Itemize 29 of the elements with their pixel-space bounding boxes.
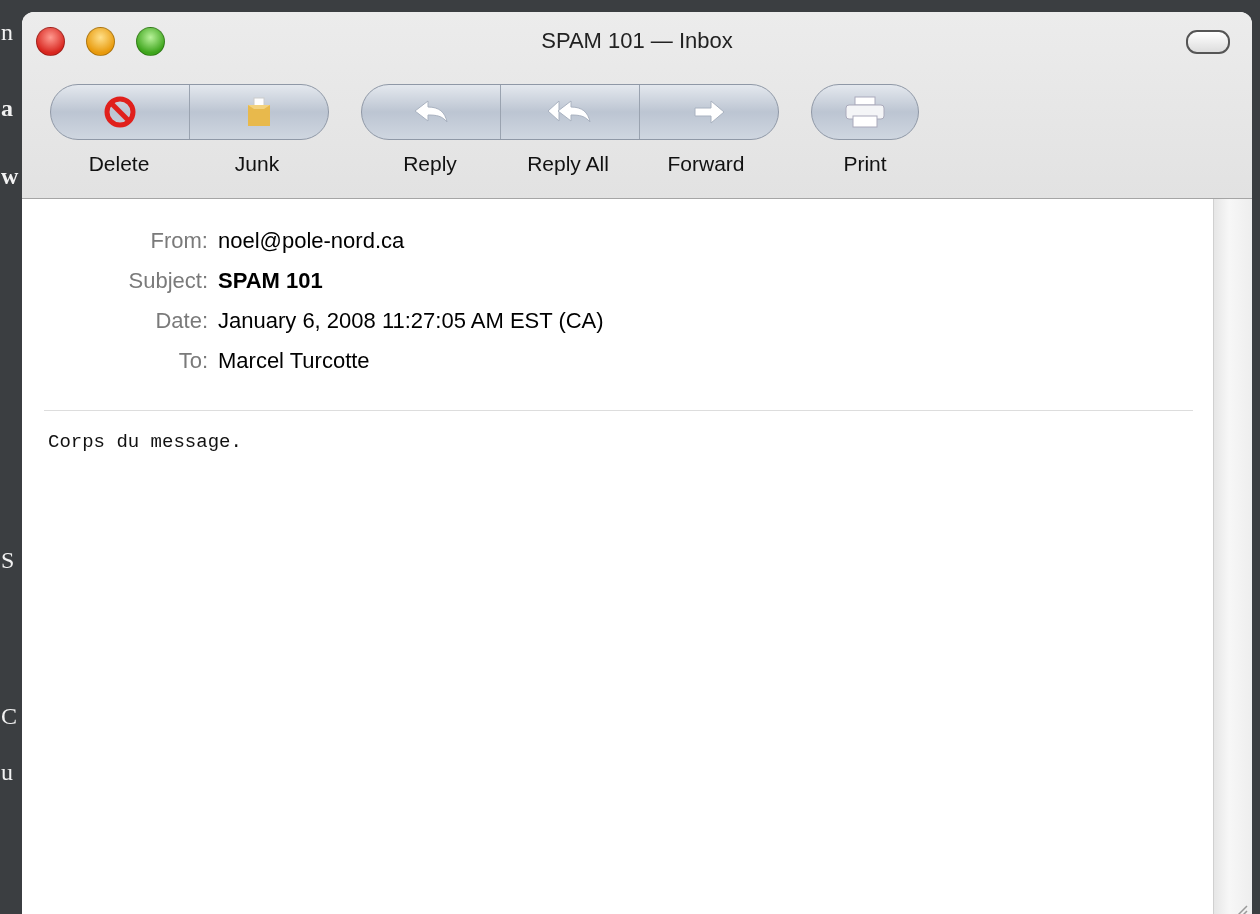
- header-value: SPAM 101: [218, 267, 323, 295]
- slide-text: S: [1, 548, 15, 572]
- minimize-button[interactable]: [86, 26, 115, 56]
- toolbar-label: Delete: [87, 152, 151, 176]
- slide-text: n: [1, 20, 13, 44]
- header-label: Subject:: [128, 267, 208, 295]
- toolbar-label: Print: [842, 152, 888, 176]
- toolbar-toggle-button[interactable]: [1186, 30, 1230, 54]
- no-entry-icon: [103, 95, 137, 129]
- header-value: January 6, 2008 11:27:05 AM EST (CA): [218, 307, 604, 335]
- slide-text: u: [1, 760, 13, 784]
- slide-text: w: [1, 164, 19, 188]
- slide-text: a: [1, 96, 13, 120]
- close-button[interactable]: [36, 26, 65, 56]
- toolbar-label: Forward: [666, 152, 746, 176]
- toolbar-label: Reply All: [526, 152, 610, 176]
- header-label: To:: [178, 347, 208, 375]
- scroll-bar[interactable]: [1213, 199, 1252, 914]
- header-label: From:: [150, 227, 208, 255]
- zoom-button[interactable]: [136, 26, 165, 56]
- header-label: Date:: [155, 307, 208, 335]
- printer-icon: [843, 94, 887, 130]
- message-body: Corps du message.: [47, 430, 243, 453]
- header-value: Marcel Turcotte: [218, 347, 370, 375]
- toolbar-label: Reply: [402, 152, 458, 176]
- toolbar-label: Junk: [233, 152, 281, 176]
- window-title: SPAM 101 — Inbox: [541, 28, 733, 54]
- header-value: noel@pole-nord.ca: [218, 227, 405, 255]
- slide-text: C: [1, 704, 17, 728]
